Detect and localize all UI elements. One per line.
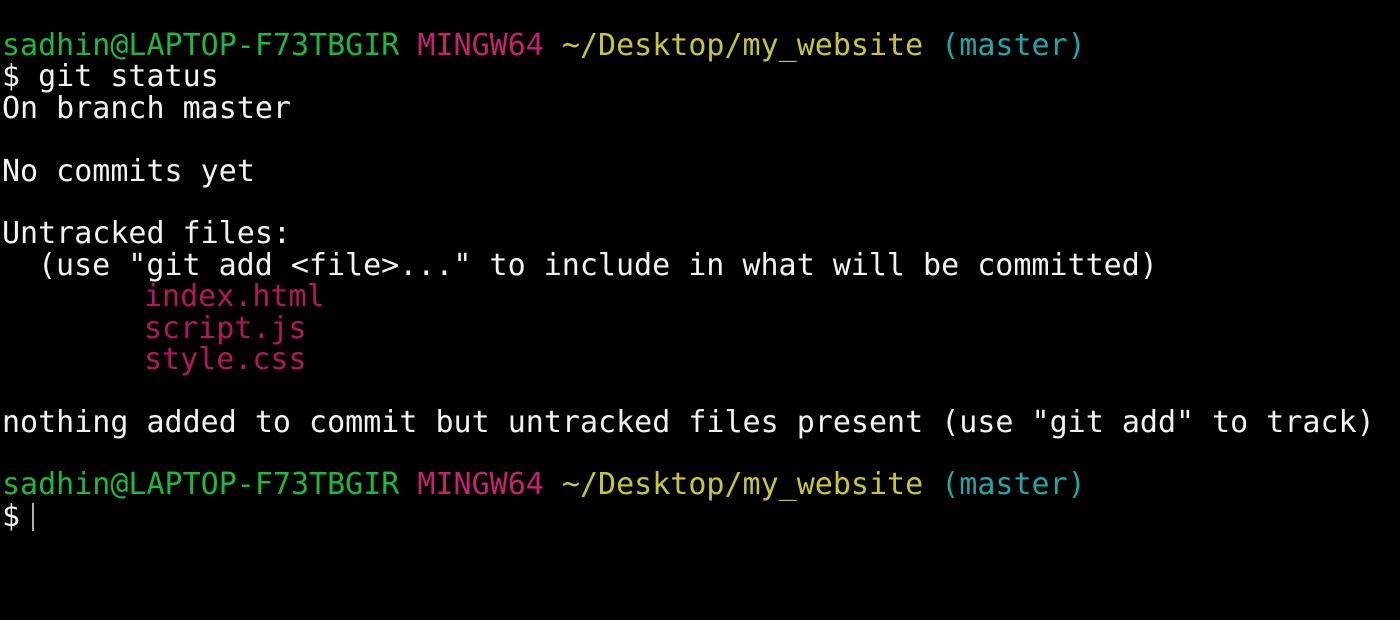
prompt-path: ~/Desktop/my_website bbox=[561, 28, 924, 63]
prompt-symbol: $ bbox=[2, 59, 21, 95]
commits-status-line: No commits yet bbox=[2, 153, 255, 189]
untracked-file: script.js bbox=[144, 310, 307, 346]
prompt-user-host: sadhin@LAPTOP-F73TBGIR bbox=[2, 467, 400, 503]
command-line: $ git status bbox=[0, 61, 1400, 92]
summary-line: nothing added to commit but untracked fi… bbox=[2, 404, 1375, 440]
untracked-file: style.css bbox=[144, 341, 307, 377]
branch-status-line: On branch master bbox=[2, 90, 291, 126]
untracked-hint: (use "git add <file>..." to include in w… bbox=[38, 247, 1158, 283]
prompt-symbol: $ bbox=[2, 498, 21, 534]
prompt-shell: MINGW64 bbox=[417, 467, 544, 503]
prompt-line-1: sadhin@LAPTOP-F73TBGIR MINGW64 ~/Desktop… bbox=[0, 30, 1400, 61]
prompt-path: ~/Desktop/my_website bbox=[561, 467, 924, 503]
prompt-line-2: sadhin@LAPTOP-F73TBGIR MINGW64 ~/Desktop… bbox=[0, 469, 1400, 500]
untracked-file: index.html bbox=[144, 279, 325, 315]
prompt-shell: MINGW64 bbox=[417, 28, 544, 63]
untracked-header: Untracked files: bbox=[2, 216, 291, 252]
prompt-user-host: sadhin@LAPTOP-F73TBGIR bbox=[2, 28, 400, 63]
prompt-branch: (master) bbox=[941, 467, 1086, 503]
terminal-window[interactable]: sadhin@LAPTOP-F73TBGIR MINGW64 ~/Desktop… bbox=[0, 0, 1400, 620]
input-line[interactable]: $ bbox=[0, 501, 1400, 532]
text-cursor[interactable] bbox=[32, 502, 35, 531]
prompt-branch: (master) bbox=[941, 28, 1086, 63]
command-text: git status bbox=[38, 59, 219, 95]
